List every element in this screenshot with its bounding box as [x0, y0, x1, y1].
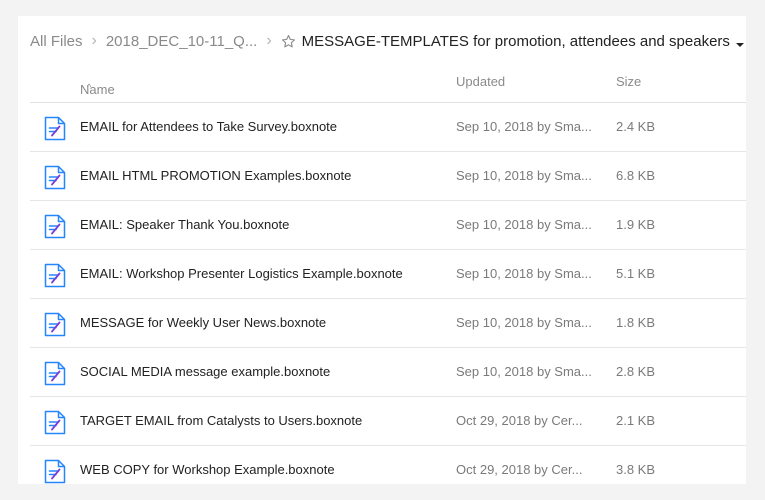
file-updated: Sep 10, 2018 by Sma... [456, 119, 592, 134]
file-updated: Oct 29, 2018 by Cer... [456, 413, 583, 428]
boxnote-file-icon[interactable] [44, 312, 66, 337]
boxnote-file-icon[interactable] [44, 263, 66, 288]
chevron-right-icon: › [266, 32, 272, 49]
file-name[interactable]: WEB COPY for Workshop Example.boxnote [80, 462, 335, 477]
file-list: EMAIL for Attendees to Take Survey.boxno… [30, 103, 746, 484]
breadcrumb: All Files › 2018_DEC_10-11_Q... › MESSAG… [30, 30, 746, 52]
file-name[interactable]: EMAIL for Attendees to Take Survey.boxno… [80, 119, 337, 134]
file-name[interactable]: SOCIAL MEDIA message example.boxnote [80, 364, 330, 379]
file-row[interactable]: MESSAGE for Weekly User News.boxnote Sep… [30, 299, 746, 348]
file-updated: Sep 10, 2018 by Sma... [456, 315, 592, 330]
file-updated: Oct 29, 2018 by Cer... [456, 462, 583, 477]
file-row[interactable]: WEB COPY for Workshop Example.boxnote Oc… [30, 446, 746, 484]
file-size: 2.1 KB [616, 413, 656, 428]
file-list-header: Name ^ Updated Size [30, 66, 746, 103]
file-size: 1.9 KB [616, 217, 656, 232]
current-folder-title[interactable]: MESSAGE-TEMPLATES for promotion, attende… [302, 33, 744, 50]
file-name[interactable]: MESSAGE for Weekly User News.boxnote [80, 315, 326, 330]
boxnote-file-icon[interactable] [44, 116, 66, 141]
chevron-right-icon: › [91, 32, 97, 49]
file-row[interactable]: SOCIAL MEDIA message example.boxnote Sep… [30, 348, 746, 397]
caret-down-icon[interactable] [735, 42, 744, 47]
file-row[interactable]: EMAIL: Workshop Presenter Logistics Exam… [30, 250, 746, 299]
file-row[interactable]: EMAIL: Speaker Thank You.boxnote Sep 10,… [30, 201, 746, 250]
file-row[interactable]: EMAIL HTML PROMOTION Examples.boxnote Se… [30, 152, 746, 201]
boxnote-file-icon[interactable] [44, 410, 66, 435]
column-header-updated[interactable]: Updated [456, 74, 505, 89]
file-updated: Sep 10, 2018 by Sma... [456, 266, 592, 281]
file-updated: Sep 10, 2018 by Sma... [456, 168, 592, 183]
column-header-size[interactable]: Size [616, 74, 641, 89]
file-name[interactable]: EMAIL: Workshop Presenter Logistics Exam… [80, 266, 403, 281]
breadcrumb-all-files[interactable]: All Files [30, 33, 83, 50]
file-row[interactable]: EMAIL for Attendees to Take Survey.boxno… [30, 103, 746, 152]
boxnote-file-icon[interactable] [44, 459, 66, 484]
boxnote-file-icon[interactable] [44, 214, 66, 239]
column-header-name-label: Name [80, 82, 115, 97]
boxnote-file-icon[interactable] [44, 361, 66, 386]
breadcrumb-parent-folder[interactable]: 2018_DEC_10-11_Q... [106, 33, 258, 50]
file-size: 1.8 KB [616, 315, 656, 330]
file-name[interactable]: TARGET EMAIL from Catalysts to Users.box… [80, 413, 362, 428]
file-row[interactable]: TARGET EMAIL from Catalysts to Users.box… [30, 397, 746, 446]
file-updated: Sep 10, 2018 by Sma... [456, 364, 592, 379]
file-browser-panel: All Files › 2018_DEC_10-11_Q... › MESSAG… [18, 16, 746, 484]
file-size: 3.8 KB [616, 462, 656, 477]
file-size: 5.1 KB [616, 266, 656, 281]
file-size: 6.8 KB [616, 168, 656, 183]
file-size: 2.8 KB [616, 364, 656, 379]
file-size: 2.4 KB [616, 119, 656, 134]
star-icon[interactable] [281, 34, 296, 49]
sort-ascending-icon[interactable]: ^ [87, 82, 91, 92]
file-name[interactable]: EMAIL HTML PROMOTION Examples.boxnote [80, 168, 351, 183]
file-updated: Sep 10, 2018 by Sma... [456, 217, 592, 232]
file-name[interactable]: EMAIL: Speaker Thank You.boxnote [80, 217, 289, 232]
boxnote-file-icon[interactable] [44, 165, 66, 190]
current-folder-name: MESSAGE-TEMPLATES for promotion, attende… [301, 32, 730, 50]
